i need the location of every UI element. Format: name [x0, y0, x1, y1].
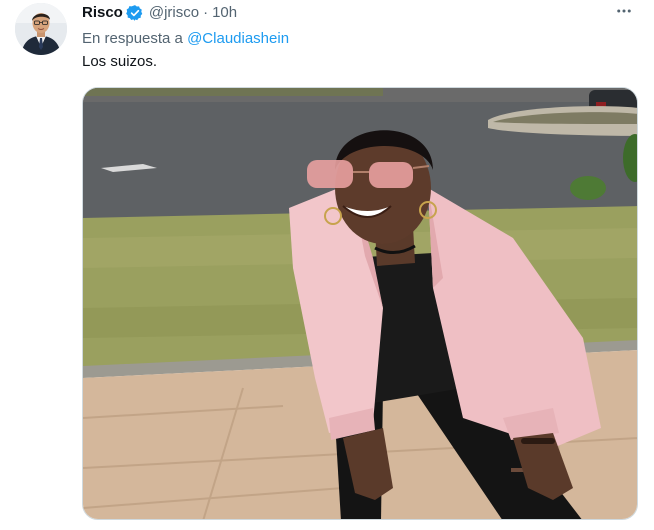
- author-handle[interactable]: @jrisco: [149, 3, 199, 23]
- more-options-button[interactable]: [611, 2, 637, 24]
- reply-to-link[interactable]: @Claudiashein: [187, 30, 289, 47]
- tweet-header: Risco @jrisco · 10h: [82, 3, 237, 23]
- author-name[interactable]: Risco: [82, 3, 123, 23]
- tweet-image[interactable]: [82, 87, 638, 520]
- reply-context: En respuesta a @Claudiashein: [82, 29, 289, 49]
- verified-badge-icon: [126, 4, 144, 22]
- more-horizontal-icon: [615, 2, 633, 25]
- tweet-timestamp[interactable]: 10h: [212, 3, 237, 23]
- tweet[interactable]: Risco @jrisco · 10h En respuesta a @Clau…: [0, 0, 654, 530]
- tweet-text: Los suizos.: [82, 53, 158, 70]
- separator-dot: ·: [203, 4, 209, 21]
- reply-prefix: En respuesta a: [82, 30, 188, 47]
- avatar[interactable]: [15, 3, 67, 55]
